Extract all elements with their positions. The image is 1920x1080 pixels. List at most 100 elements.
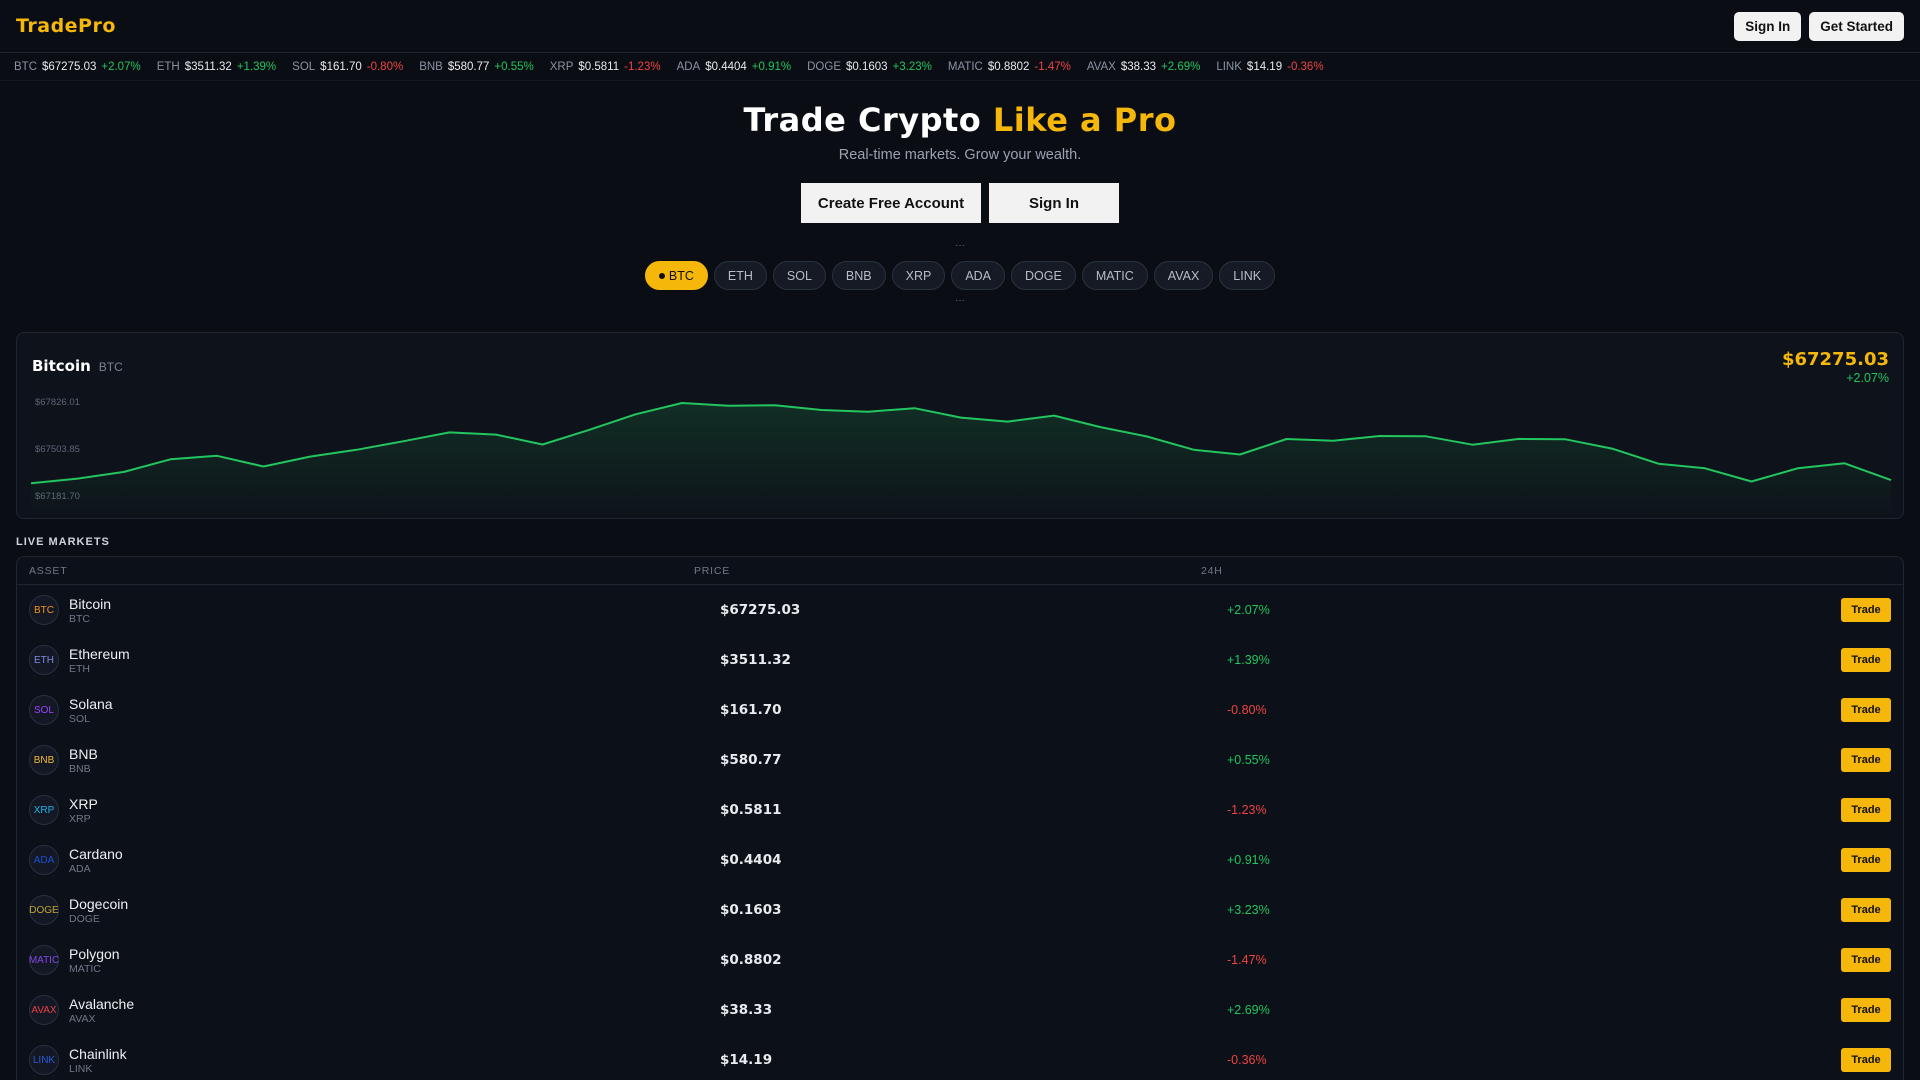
asset-change: -1.47%	[1227, 953, 1267, 967]
ticker-symbol: BNB	[419, 60, 443, 73]
ticker-item-link[interactable]: LINK $14.19 -0.36%	[1216, 61, 1323, 73]
trade-button[interactable]: Trade	[1841, 1048, 1891, 1072]
ticker-symbol: AVAX	[1086, 60, 1116, 73]
dots-divider-top: ···	[955, 240, 965, 251]
chart-current-price: $67275.03	[1781, 349, 1889, 370]
ticker-price: $580.77	[447, 60, 490, 73]
asset-change: -1.23%	[1227, 803, 1267, 817]
ticker-item-btc[interactable]: BTC $67275.03 +2.07%	[14, 61, 141, 73]
hero-title-main: Trade Crypto	[743, 101, 982, 139]
get-started-button[interactable]: Get Started	[1809, 11, 1904, 41]
pill-btc[interactable]: BTC	[644, 261, 708, 290]
asset-symbol: XRP	[69, 812, 91, 825]
pill-label: XRP	[905, 268, 932, 283]
pill-ada[interactable]: ADA	[951, 261, 1006, 290]
asset-symbol: ETH	[69, 662, 90, 675]
asset-price: $14.19	[720, 1052, 773, 1068]
asset-symbol: DOGE	[69, 912, 100, 925]
ticker-item-sol[interactable]: SOL $161.70 -0.80%	[292, 61, 403, 73]
chart-asset-name: Bitcoin	[32, 357, 91, 375]
pill-avax[interactable]: AVAX	[1153, 261, 1214, 290]
hero-subtitle: Real-time markets. Grow your wealth.	[838, 147, 1082, 163]
ticker-symbol: MATIC	[947, 60, 983, 73]
pill-sol[interactable]: SOL	[772, 261, 826, 290]
chart-price-change: +2.07%	[1846, 371, 1889, 385]
ticker-item-eth[interactable]: ETH $3511.32 +1.39%	[157, 61, 276, 73]
asset-symbol: SOL	[69, 712, 91, 725]
ticker-price: $0.4404	[705, 60, 747, 73]
pill-label: AVAX	[1167, 268, 1200, 283]
pill-eth[interactable]: ETH	[713, 261, 767, 290]
trade-button[interactable]: Trade	[1841, 698, 1891, 722]
table-row[interactable]: MATIC Polygon MATIC $0.8802 -1.47% Trade	[17, 935, 1903, 985]
logo[interactable]: TradePro	[16, 15, 116, 37]
table-row[interactable]: LINK Chainlink LINK $14.19 -0.36% Trade	[17, 1035, 1903, 1080]
create-account-button[interactable]: Create Free Account	[801, 183, 981, 223]
coin-icon: AVAX	[29, 995, 59, 1025]
trade-button[interactable]: Trade	[1841, 898, 1891, 922]
table-row[interactable]: SOL Solana SOL $161.70 -0.80% Trade	[17, 685, 1903, 735]
pill-bnb[interactable]: BNB	[831, 261, 886, 290]
ticker-item-xrp[interactable]: XRP $0.5811 -1.23%	[550, 61, 661, 73]
table-row[interactable]: ADA Cardano ADA $0.4404 +0.91% Trade	[17, 835, 1903, 885]
chart-title: Bitcoin BTC	[32, 357, 123, 375]
ticker-item-matic[interactable]: MATIC $0.8802 -1.47%	[948, 61, 1071, 73]
table-row[interactable]: BTC Bitcoin BTC $67275.03 +2.07% Trade	[17, 585, 1903, 635]
ticker-price: $38.33	[1120, 60, 1157, 73]
y-tick-label: $67503.85	[35, 444, 80, 455]
ticker-price: $0.8802	[987, 60, 1030, 73]
header-sign-in-button[interactable]: Sign In	[1734, 11, 1802, 41]
hero-sign-in-button[interactable]: Sign In	[989, 183, 1119, 223]
pill-matic[interactable]: MATIC	[1081, 261, 1148, 290]
pill-link[interactable]: LINK	[1219, 261, 1276, 290]
asset-cell: SOL Solana SOL	[17, 695, 694, 725]
col-price-header: PRICE	[694, 564, 731, 577]
trade-button[interactable]: Trade	[1841, 848, 1891, 872]
active-dot-icon	[658, 272, 665, 279]
trade-button[interactable]: Trade	[1841, 948, 1891, 972]
pill-label: ADA	[965, 268, 992, 283]
hero-title-accent: Like a Pro	[992, 101, 1177, 139]
ticker-item-doge[interactable]: DOGE $0.1603 +3.23%	[807, 61, 932, 73]
ticker-change: +2.07%	[101, 60, 141, 73]
coin-icon: XRP	[29, 795, 59, 825]
table-row[interactable]: XRP XRP XRP $0.5811 -1.23% Trade	[17, 785, 1903, 835]
table-row[interactable]: BNB BNB BNB $580.77 +0.55% Trade	[17, 735, 1903, 785]
trade-button[interactable]: Trade	[1841, 998, 1891, 1022]
markets-table: ASSET PRICE 24H BTC Bitcoin BTC $67275.03 +2…	[16, 556, 1904, 1080]
trade-button[interactable]: Trade	[1841, 798, 1891, 822]
asset-price: $161.70	[720, 702, 782, 718]
asset-change: +2.69%	[1227, 1003, 1270, 1017]
asset-symbol: LINK	[69, 1062, 93, 1075]
pill-doge[interactable]: DOGE	[1011, 261, 1076, 290]
asset-names: Solana SOL	[69, 696, 113, 725]
ticker-item-ada[interactable]: ADA $0.4404 +0.91%	[677, 61, 792, 73]
trade-button[interactable]: Trade	[1841, 598, 1891, 622]
coin-icon: SOL	[29, 695, 59, 725]
asset-price: $3511.32	[720, 652, 791, 668]
trade-button[interactable]: Trade	[1841, 748, 1891, 772]
coin-icon: DOGE	[29, 895, 59, 925]
ticker-symbol: XRP	[549, 60, 574, 73]
table-row[interactable]: DOGE Dogecoin DOGE $0.1603 +3.23% Trade	[17, 885, 1903, 935]
ticker-item-bnb[interactable]: BNB $580.77 +0.55%	[419, 61, 534, 73]
ticker-symbol: LINK	[1216, 60, 1242, 73]
col-asset-header: ASSET	[29, 564, 68, 577]
coin-icon: ADA	[29, 845, 59, 875]
ticker-price: $0.1603	[846, 60, 888, 73]
table-row[interactable]: AVAX Avalanche AVAX $38.33 +2.69% Trade	[17, 985, 1903, 1035]
table-row[interactable]: ETH Ethereum ETH $3511.32 +1.39% Trade	[17, 635, 1903, 685]
asset-change: +1.39%	[1227, 653, 1270, 667]
coin-icon: ETH	[29, 645, 59, 675]
asset-price: $0.8802	[720, 952, 782, 968]
asset-change: -0.80%	[1227, 703, 1267, 717]
asset-price: $0.1603	[720, 902, 782, 918]
ticker-item-avax[interactable]: AVAX $38.33 +2.69%	[1087, 61, 1201, 73]
asset-price: $67275.03	[720, 602, 801, 618]
top-nav: TradePro Sign In Get Started	[0, 0, 1920, 53]
pill-xrp[interactable]: XRP	[891, 261, 946, 290]
trade-button[interactable]: Trade	[1841, 648, 1891, 672]
pill-label: ETH	[727, 268, 753, 283]
asset-price: $580.77	[720, 752, 782, 768]
ticker-price: $0.5811	[578, 60, 620, 73]
